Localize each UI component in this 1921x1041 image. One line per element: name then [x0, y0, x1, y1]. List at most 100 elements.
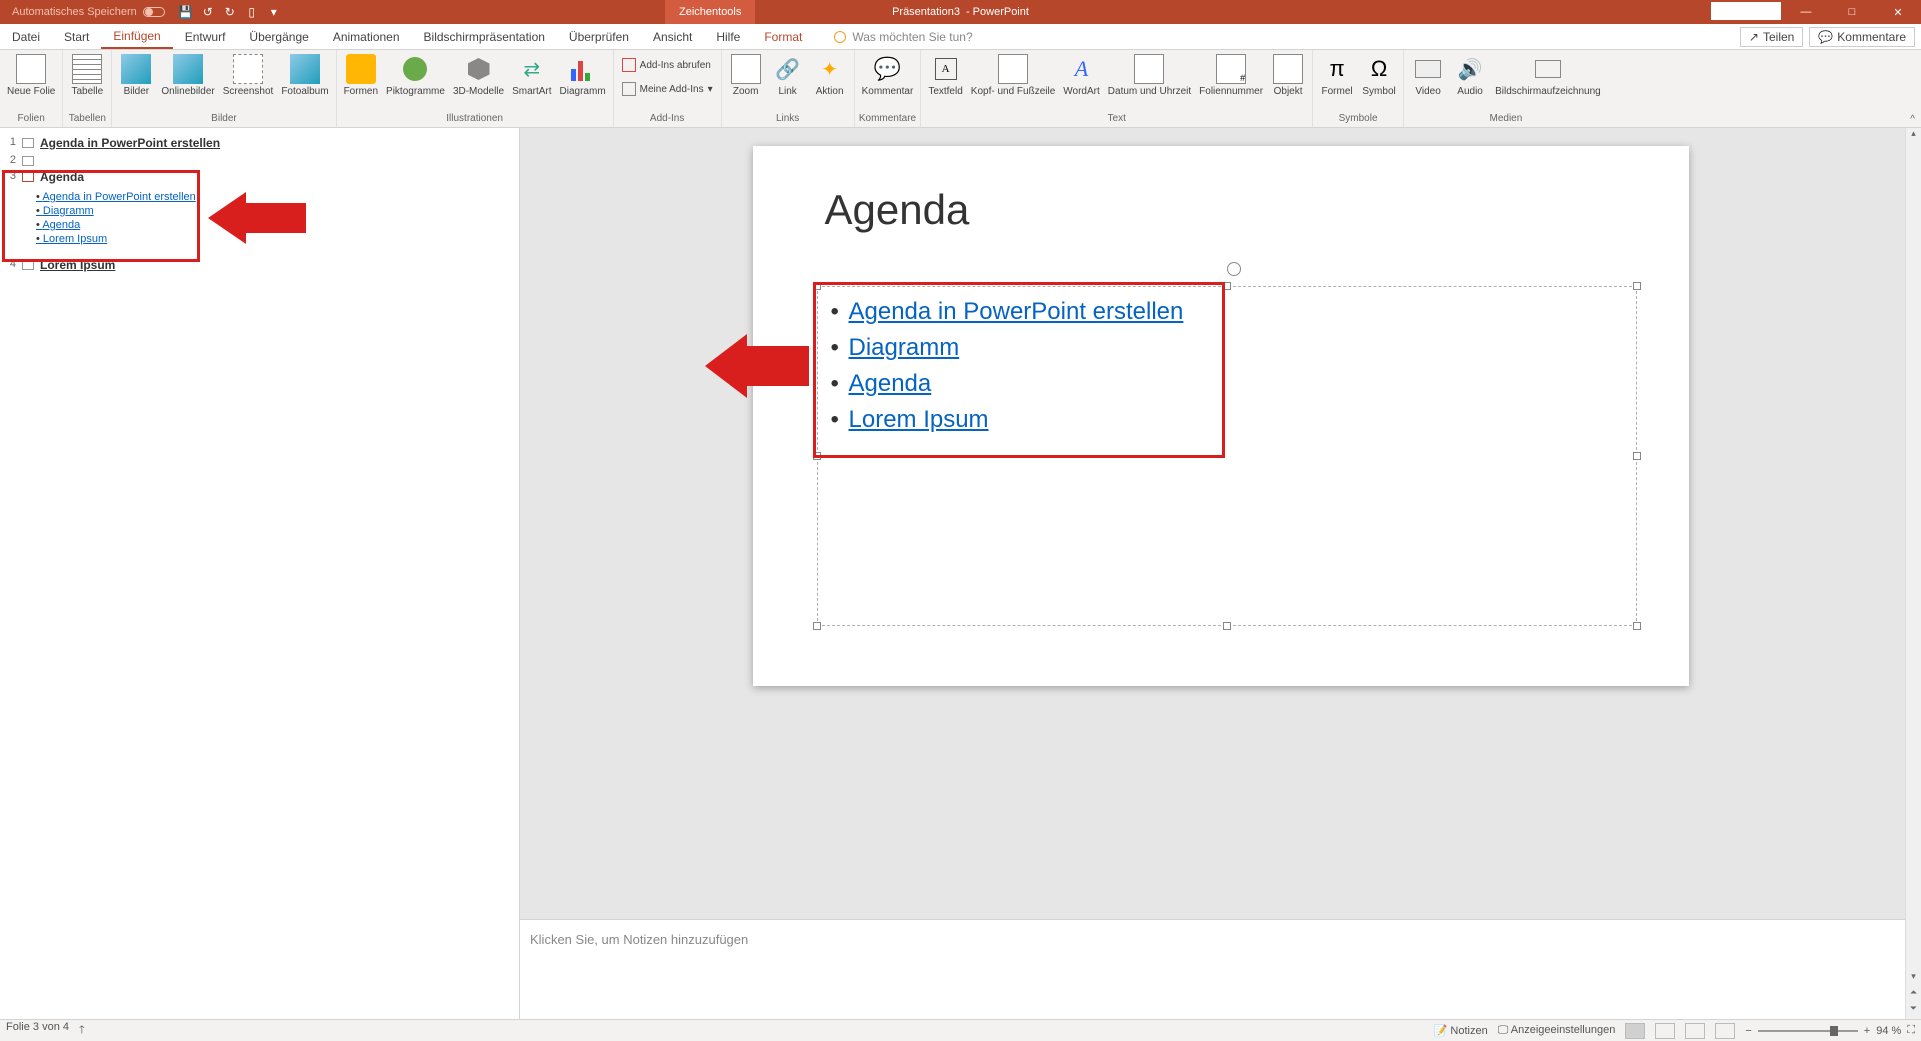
- fit-to-window-icon[interactable]: ⛶: [1907, 1024, 1915, 1037]
- zoom-slider[interactable]: [1758, 1030, 1858, 1032]
- header-footer-button[interactable]: Kopf- und Fußzeile: [968, 52, 1059, 99]
- my-addins-button[interactable]: Meine Add-Ins ▾: [618, 80, 717, 98]
- get-addins-button[interactable]: Add-Ins abrufen: [618, 56, 715, 74]
- tab-help[interactable]: Hilfe: [704, 24, 752, 49]
- tab-animations[interactable]: Animationen: [321, 24, 412, 49]
- slide-counter[interactable]: Folie 3 von 4: [6, 1021, 69, 1040]
- resize-handle[interactable]: [1223, 282, 1231, 290]
- save-icon[interactable]: 💾: [179, 5, 193, 19]
- equation-button[interactable]: πFormel: [1317, 52, 1357, 99]
- resize-handle[interactable]: [813, 622, 821, 630]
- audio-button[interactable]: 🔊Audio: [1450, 52, 1490, 99]
- resize-handle[interactable]: [1223, 622, 1231, 630]
- notes-pane[interactable]: Klicken Sie, um Notizen hinzuzufügen: [520, 919, 1905, 1019]
- reading-view-icon[interactable]: [1685, 1023, 1705, 1039]
- object-button[interactable]: Objekt: [1268, 52, 1308, 99]
- slide-hyperlink[interactable]: Diagramm: [831, 330, 1184, 366]
- ribbon-insert: Neue Folie Folien Tabelle Tabellen Bilde…: [0, 50, 1921, 128]
- display-settings[interactable]: 🖵 Anzeigeeinstellungen: [1498, 1024, 1616, 1037]
- prev-slide-icon[interactable]: ⏶: [1906, 987, 1921, 1003]
- outline-bullet-link[interactable]: Diagramm: [36, 204, 196, 218]
- tab-review[interactable]: Überprüfen: [557, 24, 641, 49]
- outline-bullet-link[interactable]: Agenda: [36, 218, 196, 232]
- new-slide-button[interactable]: Neue Folie: [4, 52, 58, 99]
- chart-button[interactable]: Diagramm: [557, 52, 609, 99]
- tab-format[interactable]: Format: [752, 24, 814, 49]
- outline-bullet-link[interactable]: Agenda in PowerPoint erstellen: [36, 190, 196, 204]
- tab-file[interactable]: Datei: [0, 24, 52, 49]
- outline-slide-1[interactable]: 1 Agenda in PowerPoint erstellen: [6, 134, 519, 152]
- ribbon-display-options-icon[interactable]: ▭: [1737, 0, 1783, 24]
- tab-transitions[interactable]: Übergänge: [237, 24, 320, 49]
- date-time-button[interactable]: Datum und Uhrzeit: [1105, 52, 1194, 99]
- outline-slide-4[interactable]: 4 Lorem Ipsum: [6, 256, 519, 274]
- resize-handle[interactable]: [1633, 622, 1641, 630]
- outline-slide-2[interactable]: 2: [6, 152, 519, 168]
- tab-insert[interactable]: Einfügen: [101, 24, 172, 49]
- textbox-button[interactable]: ATextfeld: [925, 52, 965, 99]
- autosave-switch-icon[interactable]: [143, 7, 165, 17]
- outline-bullet-link[interactable]: Lorem Ipsum: [36, 232, 196, 246]
- zoom-button[interactable]: Zoom: [726, 52, 766, 99]
- redo-icon[interactable]: ↻: [223, 5, 237, 19]
- smartart-button[interactable]: ⇄SmartArt: [509, 52, 554, 99]
- slide-canvas[interactable]: Agenda Agenda in PowerPoint erstellen Di…: [753, 146, 1689, 686]
- action-button[interactable]: ✦Aktion: [810, 52, 850, 99]
- video-button[interactable]: Video: [1408, 52, 1448, 99]
- vertical-scrollbar[interactable]: ▴ ▾ ⏶ ⏷: [1905, 128, 1921, 1019]
- icons-button[interactable]: Piktogramme: [383, 52, 448, 99]
- minimize-icon[interactable]: —: [1783, 0, 1829, 24]
- screenshot-button[interactable]: Screenshot: [220, 52, 277, 99]
- resize-handle[interactable]: [1633, 282, 1641, 290]
- slide-number-button[interactable]: #Foliennummer: [1196, 52, 1266, 99]
- resize-handle[interactable]: [813, 452, 821, 460]
- tab-slideshow[interactable]: Bildschirmpräsentation: [412, 24, 557, 49]
- online-pictures-button[interactable]: Onlinebilder: [158, 52, 217, 99]
- normal-view-icon[interactable]: [1625, 1023, 1645, 1039]
- comments-button[interactable]: 💬Kommentare: [1809, 27, 1915, 47]
- slide-canvas-area[interactable]: Agenda Agenda in PowerPoint erstellen Di…: [520, 128, 1921, 919]
- link-button[interactable]: 🔗Link: [768, 52, 808, 99]
- 3d-models-button[interactable]: 3D-Modelle: [450, 52, 507, 99]
- resize-handle[interactable]: [1633, 452, 1641, 460]
- tab-design[interactable]: Entwurf: [173, 24, 238, 49]
- slideshow-view-icon[interactable]: [1715, 1023, 1735, 1039]
- maximize-icon[interactable]: □: [1829, 0, 1875, 24]
- shapes-button[interactable]: Formen: [341, 52, 381, 99]
- outline-panel[interactable]: 1 Agenda in PowerPoint erstellen 2 3 Age…: [0, 128, 520, 1019]
- slide-title[interactable]: Agenda: [825, 186, 970, 234]
- zoom-control[interactable]: − + 94 % ⛶: [1745, 1024, 1915, 1037]
- slide-hyperlink[interactable]: Agenda in PowerPoint erstellen: [831, 294, 1184, 330]
- screen-recording-button[interactable]: Bildschirmaufzeichnung: [1492, 52, 1604, 99]
- scroll-down-icon[interactable]: ▾: [1906, 971, 1921, 987]
- autosave-toggle[interactable]: Automatisches Speichern: [12, 6, 165, 18]
- close-icon[interactable]: ✕: [1875, 0, 1921, 24]
- resize-handle[interactable]: [813, 282, 821, 290]
- comment-button[interactable]: 💬Kommentar: [859, 52, 917, 99]
- qat-dropdown-icon[interactable]: ▾: [267, 5, 281, 19]
- rotate-handle-icon[interactable]: [1227, 262, 1241, 276]
- wordart-button[interactable]: AWordArt: [1060, 52, 1103, 99]
- scroll-up-icon[interactable]: ▴: [1906, 128, 1921, 144]
- zoom-out-icon[interactable]: −: [1745, 1025, 1751, 1037]
- zoom-in-icon[interactable]: +: [1864, 1025, 1870, 1037]
- tab-view[interactable]: Ansicht: [641, 24, 704, 49]
- pictures-button[interactable]: Bilder: [116, 52, 156, 99]
- next-slide-icon[interactable]: ⏷: [1906, 1003, 1921, 1019]
- undo-icon[interactable]: ↺: [201, 5, 215, 19]
- table-button[interactable]: Tabelle: [67, 52, 107, 99]
- collapse-ribbon-icon[interactable]: ^: [1910, 114, 1915, 125]
- group-comments: 💬Kommentar Kommentare: [855, 50, 922, 127]
- slide-hyperlink[interactable]: Lorem Ipsum: [831, 402, 1184, 438]
- start-from-beginning-icon[interactable]: ▯: [245, 5, 259, 19]
- zoom-level[interactable]: 94 %: [1876, 1025, 1901, 1037]
- photo-album-button[interactable]: Fotoalbum: [278, 52, 331, 99]
- slide-hyperlink[interactable]: Agenda: [831, 366, 1184, 402]
- tab-home[interactable]: Start: [52, 24, 101, 49]
- language-indicator[interactable]: 🡑: [79, 1021, 85, 1040]
- symbol-button[interactable]: ΩSymbol: [1359, 52, 1399, 99]
- share-button[interactable]: ↗Teilen: [1740, 27, 1803, 47]
- tell-me-search[interactable]: Was möchten Sie tun?: [834, 24, 972, 49]
- notes-toggle[interactable]: 📝 Notizen: [1434, 1024, 1488, 1037]
- slide-sorter-view-icon[interactable]: [1655, 1023, 1675, 1039]
